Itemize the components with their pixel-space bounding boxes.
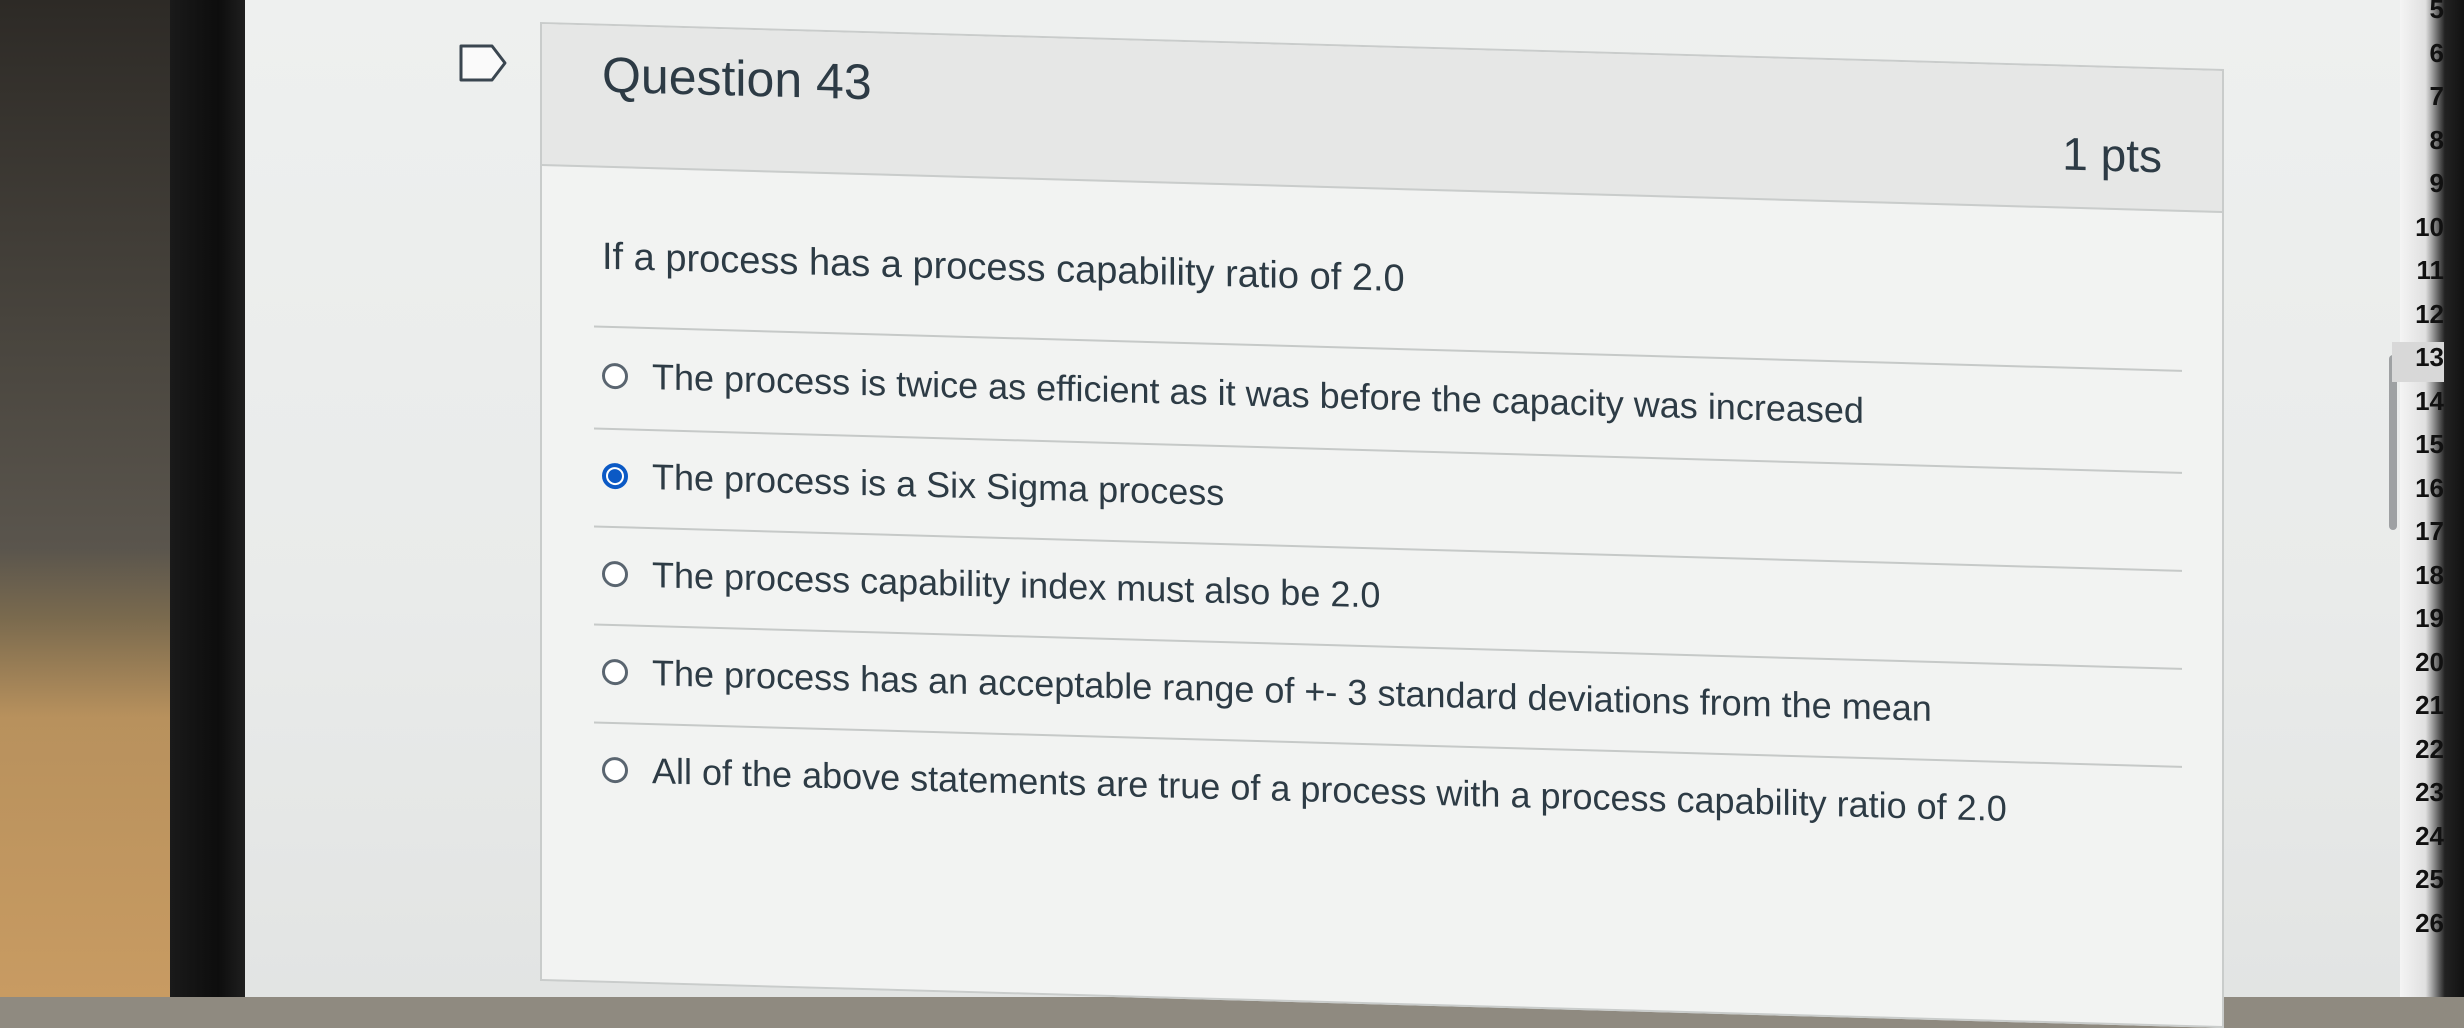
question-nav-item-17[interactable]: 17 <box>2392 516 2444 556</box>
answer-option-3[interactable]: The process capability index must also b… <box>602 544 1380 626</box>
answer-option-2[interactable]: The process is a Six Sigma process <box>602 446 1224 523</box>
question-title: Question 43 <box>602 46 872 111</box>
radio-button-selected[interactable] <box>602 462 628 490</box>
question-points: 1 pts <box>2062 127 2162 183</box>
question-nav-item-26[interactable]: 26 <box>2392 908 2444 948</box>
question-nav-item-19[interactable]: 19 <box>2392 603 2444 643</box>
question-nav-item-18[interactable]: 18 <box>2392 560 2444 600</box>
question-navigation: 5 6 7 8 9 10 11 12 13 14 15 16 17 18 19 20 21 22 23 24 25 26 <box>2388 0 2444 997</box>
question-nav-item-8[interactable]: 8 <box>2392 125 2444 165</box>
flag-question-icon[interactable] <box>458 43 508 83</box>
question-nav-item-11[interactable]: 11 <box>2392 255 2445 295</box>
radio-button[interactable] <box>602 362 628 390</box>
radio-button[interactable] <box>602 756 628 784</box>
question-nav-item-10[interactable]: 10 <box>2392 212 2444 252</box>
radio-button[interactable] <box>602 560 628 588</box>
radio-button[interactable] <box>602 658 628 686</box>
monitor-bezel <box>170 0 250 997</box>
answer-label: The process has an acceptable range of +… <box>652 652 1932 729</box>
answer-label: The process is a Six Sigma process <box>652 456 1225 514</box>
question-nav-item-25[interactable]: 25 <box>2392 864 2444 904</box>
answer-label: The process is twice as efficient as it … <box>652 356 1864 431</box>
question-nav-item-21[interactable]: 21 <box>2392 690 2444 730</box>
question-nav-item-16[interactable]: 16 <box>2392 473 2444 513</box>
question-nav-item-6[interactable]: 6 <box>2392 38 2444 78</box>
radio-dot <box>608 468 622 484</box>
question-nav-item-9[interactable]: 9 <box>2392 168 2444 208</box>
question-nav-item-13[interactable]: 13 <box>2392 342 2444 382</box>
question-nav-item-20[interactable]: 20 <box>2392 647 2444 687</box>
question-nav-item-24[interactable]: 24 <box>2392 821 2444 861</box>
question-nav-item-14[interactable]: 14 <box>2392 386 2444 426</box>
question-nav-item-12[interactable]: 12 <box>2392 299 2444 339</box>
question-nav-item-7[interactable]: 7 <box>2392 81 2444 121</box>
answer-label: All of the above statements are true of … <box>652 750 2007 829</box>
question-nav-item-23[interactable]: 23 <box>2392 777 2444 817</box>
photo-background <box>0 0 180 997</box>
question-nav-item-5[interactable]: 5 <box>2392 0 2444 34</box>
question-card: Question 43 1 pts If a process has a pro… <box>540 22 2224 1028</box>
question-nav-item-15[interactable]: 15 <box>2392 429 2444 469</box>
question-nav-item-22[interactable]: 22 <box>2392 734 2444 774</box>
answer-option-1[interactable]: The process is twice as efficient as it … <box>602 346 1864 441</box>
question-text: If a process has a process capability ra… <box>602 235 1405 301</box>
answer-label: The process capability index must also b… <box>652 554 1381 616</box>
